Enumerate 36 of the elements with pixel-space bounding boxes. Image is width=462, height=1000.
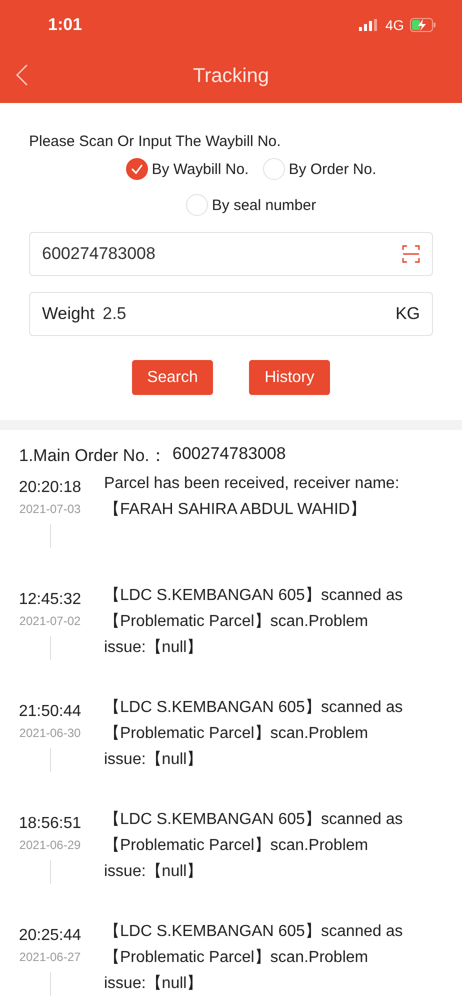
radio-option[interactable]: By Waybill No. (126, 158, 249, 180)
action-button[interactable]: Search (132, 360, 213, 395)
event-time: 18:56:51 (18, 815, 82, 833)
weight-input[interactable]: 2.5 (102, 304, 388, 324)
radio-option[interactable]: By Order No. (262, 158, 376, 180)
event-time: 20:20:18 (18, 479, 82, 497)
unit-label: KG (395, 304, 420, 324)
weight-field[interactable]: Weight 2.5 KG (29, 292, 433, 336)
network-label: 4G (385, 17, 404, 33)
back-icon[interactable] (16, 64, 28, 86)
status-time: 1:01 (48, 15, 82, 35)
scan-icon[interactable] (402, 245, 420, 263)
event-description: 【LDC S.KEMBANGAN 605】scanned as 【Problematic Parcel】scan.Problem issue:【null】 (103, 922, 403, 994)
battery-charging-icon (410, 18, 436, 32)
waybill-input[interactable]: 600274783008 (42, 244, 394, 264)
event-date: 2021-07-03 (19, 502, 81, 516)
weight-label: Weight (42, 304, 95, 324)
scan-prompt: Please Scan Or Input The Waybill No. (29, 133, 282, 150)
event-date: 2021-07-02 (19, 614, 81, 628)
action-button[interactable]: History (249, 360, 330, 395)
order-label: 1.Main Order No.： (19, 445, 166, 467)
waybill-field[interactable]: 600274783008 (29, 232, 433, 276)
signal-icon (359, 19, 380, 31)
order-number: 600274783008 (172, 444, 286, 465)
event-description: 【LDC S.KEMBANGAN 605】scanned as 【Problematic Parcel】scan.Problem issue:【null】 (103, 586, 403, 658)
event-description: 【LDC S.KEMBANGAN 605】scanned as 【Problematic Parcel】scan.Problem issue:【null】 (103, 698, 403, 770)
event-description: 【LDC S.KEMBANGAN 605】scanned as 【Problematic Parcel】scan.Problem issue:【null】 (103, 810, 403, 882)
event-date: 2021-06-30 (19, 726, 81, 740)
event-date: 2021-06-29 (19, 838, 81, 852)
page-title: Tracking (193, 65, 269, 88)
event-time: 21:50:44 (18, 703, 82, 721)
radio-option[interactable]: By seal number (186, 194, 316, 216)
event-description: Parcel has been received, receiver name: 【FARAH SAHIRA ABDUL WAHID】 (103, 474, 400, 520)
event-time: 20:25:44 (18, 927, 82, 945)
event-time: 12:45:32 (18, 591, 82, 609)
event-date: 2021-06-27 (19, 950, 81, 964)
